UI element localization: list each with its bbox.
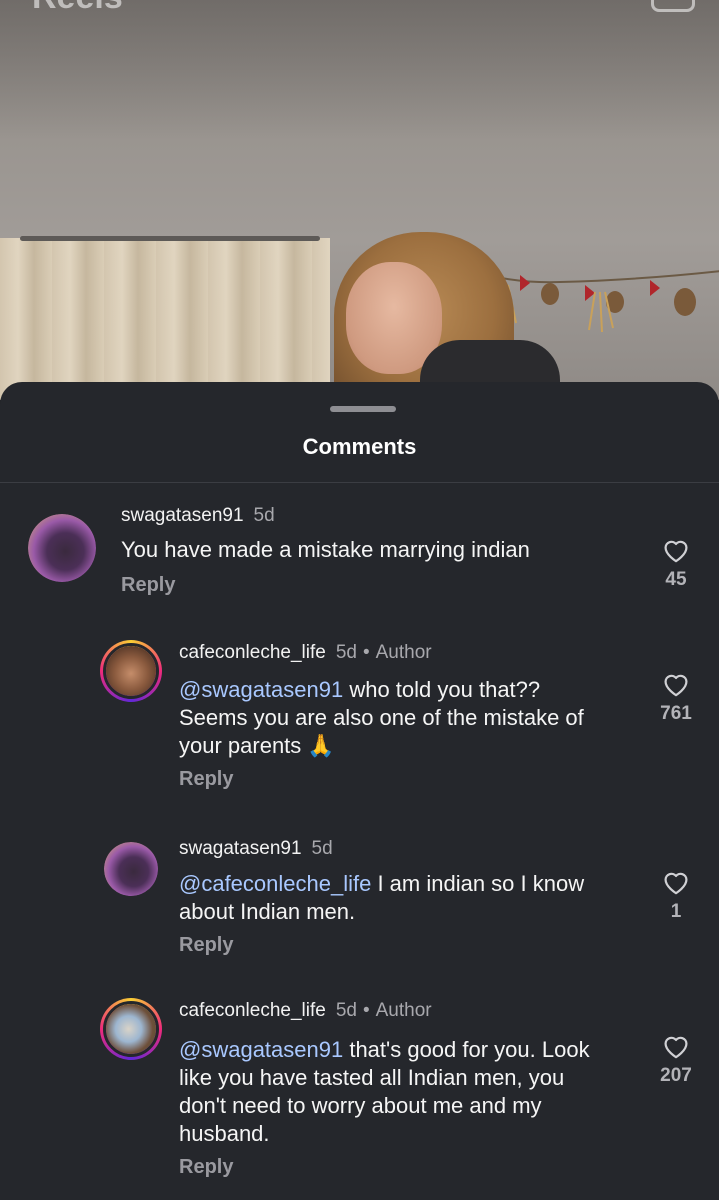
like-count: 207 (660, 1065, 692, 1086)
reply-button[interactable]: Reply (179, 1156, 233, 1179)
comment-text: @swagatasen91 who told you that?? Seems … (179, 676, 639, 760)
drag-handle[interactable] (330, 406, 396, 412)
camera-icon[interactable] (651, 0, 695, 12)
separator-dot: • (362, 1000, 370, 1021)
avatar[interactable] (100, 640, 162, 702)
sheet-title: Comments (302, 434, 417, 459)
reply-button[interactable]: Reply (179, 768, 233, 791)
mention-link[interactable]: @cafeconleche_life (179, 871, 371, 896)
heart-outline-icon (664, 872, 688, 895)
avatar[interactable] (100, 998, 162, 1060)
avatar-image (106, 1004, 156, 1054)
username[interactable]: swagatasen91 (179, 838, 302, 859)
heart-outline-icon (664, 674, 688, 697)
comment-text-line: don't need to worry about me and my (179, 1093, 542, 1118)
mention-link[interactable]: @swagatasen91 (179, 677, 343, 702)
comment-meta: swagatasen91 5d (179, 838, 333, 860)
comment-text-line: that's good for you. Look (343, 1037, 590, 1062)
wall-shadow (0, 0, 719, 140)
comment-text-line: husband. (179, 1121, 270, 1146)
divider (0, 482, 719, 483)
comment-text-line: about Indian men. (179, 899, 356, 924)
like-count: 761 (660, 703, 692, 724)
heart-outline-icon (664, 1036, 688, 1059)
heart-outline-icon (664, 540, 688, 563)
avatar-image (106, 646, 156, 696)
reply-button[interactable]: Reply (121, 574, 175, 597)
comment-text-line: your parents 🙏 (179, 733, 335, 758)
timestamp: 5d (311, 838, 333, 859)
mention-link[interactable]: @swagatasen91 (179, 1037, 343, 1062)
comment-text-line: Seems you are also one of the mistake of (179, 705, 584, 730)
comment-meta: cafeconleche_life 5d • Author (179, 642, 432, 664)
username[interactable]: cafeconleche_life (179, 642, 326, 663)
avatar-image (28, 514, 96, 582)
like-button[interactable]: 1 (652, 868, 700, 923)
reels-title: Reels (32, 0, 123, 17)
like-count: 1 (670, 901, 682, 922)
like-count: 45 (665, 569, 687, 590)
reply-button[interactable]: Reply (179, 934, 233, 957)
comment-text-line: who told you that?? (343, 677, 541, 702)
comments-sheet: Comments swagatasen91 5d You have made a … (0, 382, 719, 1200)
like-button[interactable]: 45 (652, 536, 700, 591)
timestamp: 5d (335, 642, 357, 663)
avatar[interactable] (28, 514, 96, 582)
curtain (0, 238, 330, 400)
curtain-rod (20, 236, 320, 241)
comment-meta: swagatasen91 5d (121, 505, 275, 527)
comment-text-line: like you have tasted all Indian men, you (179, 1065, 565, 1090)
author-badge: Author (375, 1000, 432, 1021)
comment-meta: cafeconleche_life 5d • Author (179, 1000, 432, 1022)
avatar-image (104, 842, 158, 896)
author-badge: Author (375, 642, 432, 663)
username[interactable]: cafeconleche_life (179, 1000, 326, 1021)
comment-text: You have made a mistake marrying indian (121, 537, 530, 562)
comment-text: @cafeconleche_life I am indian so I know… (179, 870, 639, 926)
like-button[interactable]: 207 (652, 1032, 700, 1087)
comment-text-line: I am indian so I know (371, 871, 585, 896)
separator-dot: • (362, 642, 370, 663)
username[interactable]: swagatasen91 (121, 505, 244, 526)
comment-text: @swagatasen91 that's good for you. Look … (179, 1036, 639, 1148)
like-button[interactable]: 761 (652, 670, 700, 725)
timestamp: 5d (253, 505, 275, 526)
avatar[interactable] (104, 842, 158, 896)
timestamp: 5d (335, 1000, 357, 1021)
reel-video-frame[interactable]: Reels (0, 0, 719, 400)
